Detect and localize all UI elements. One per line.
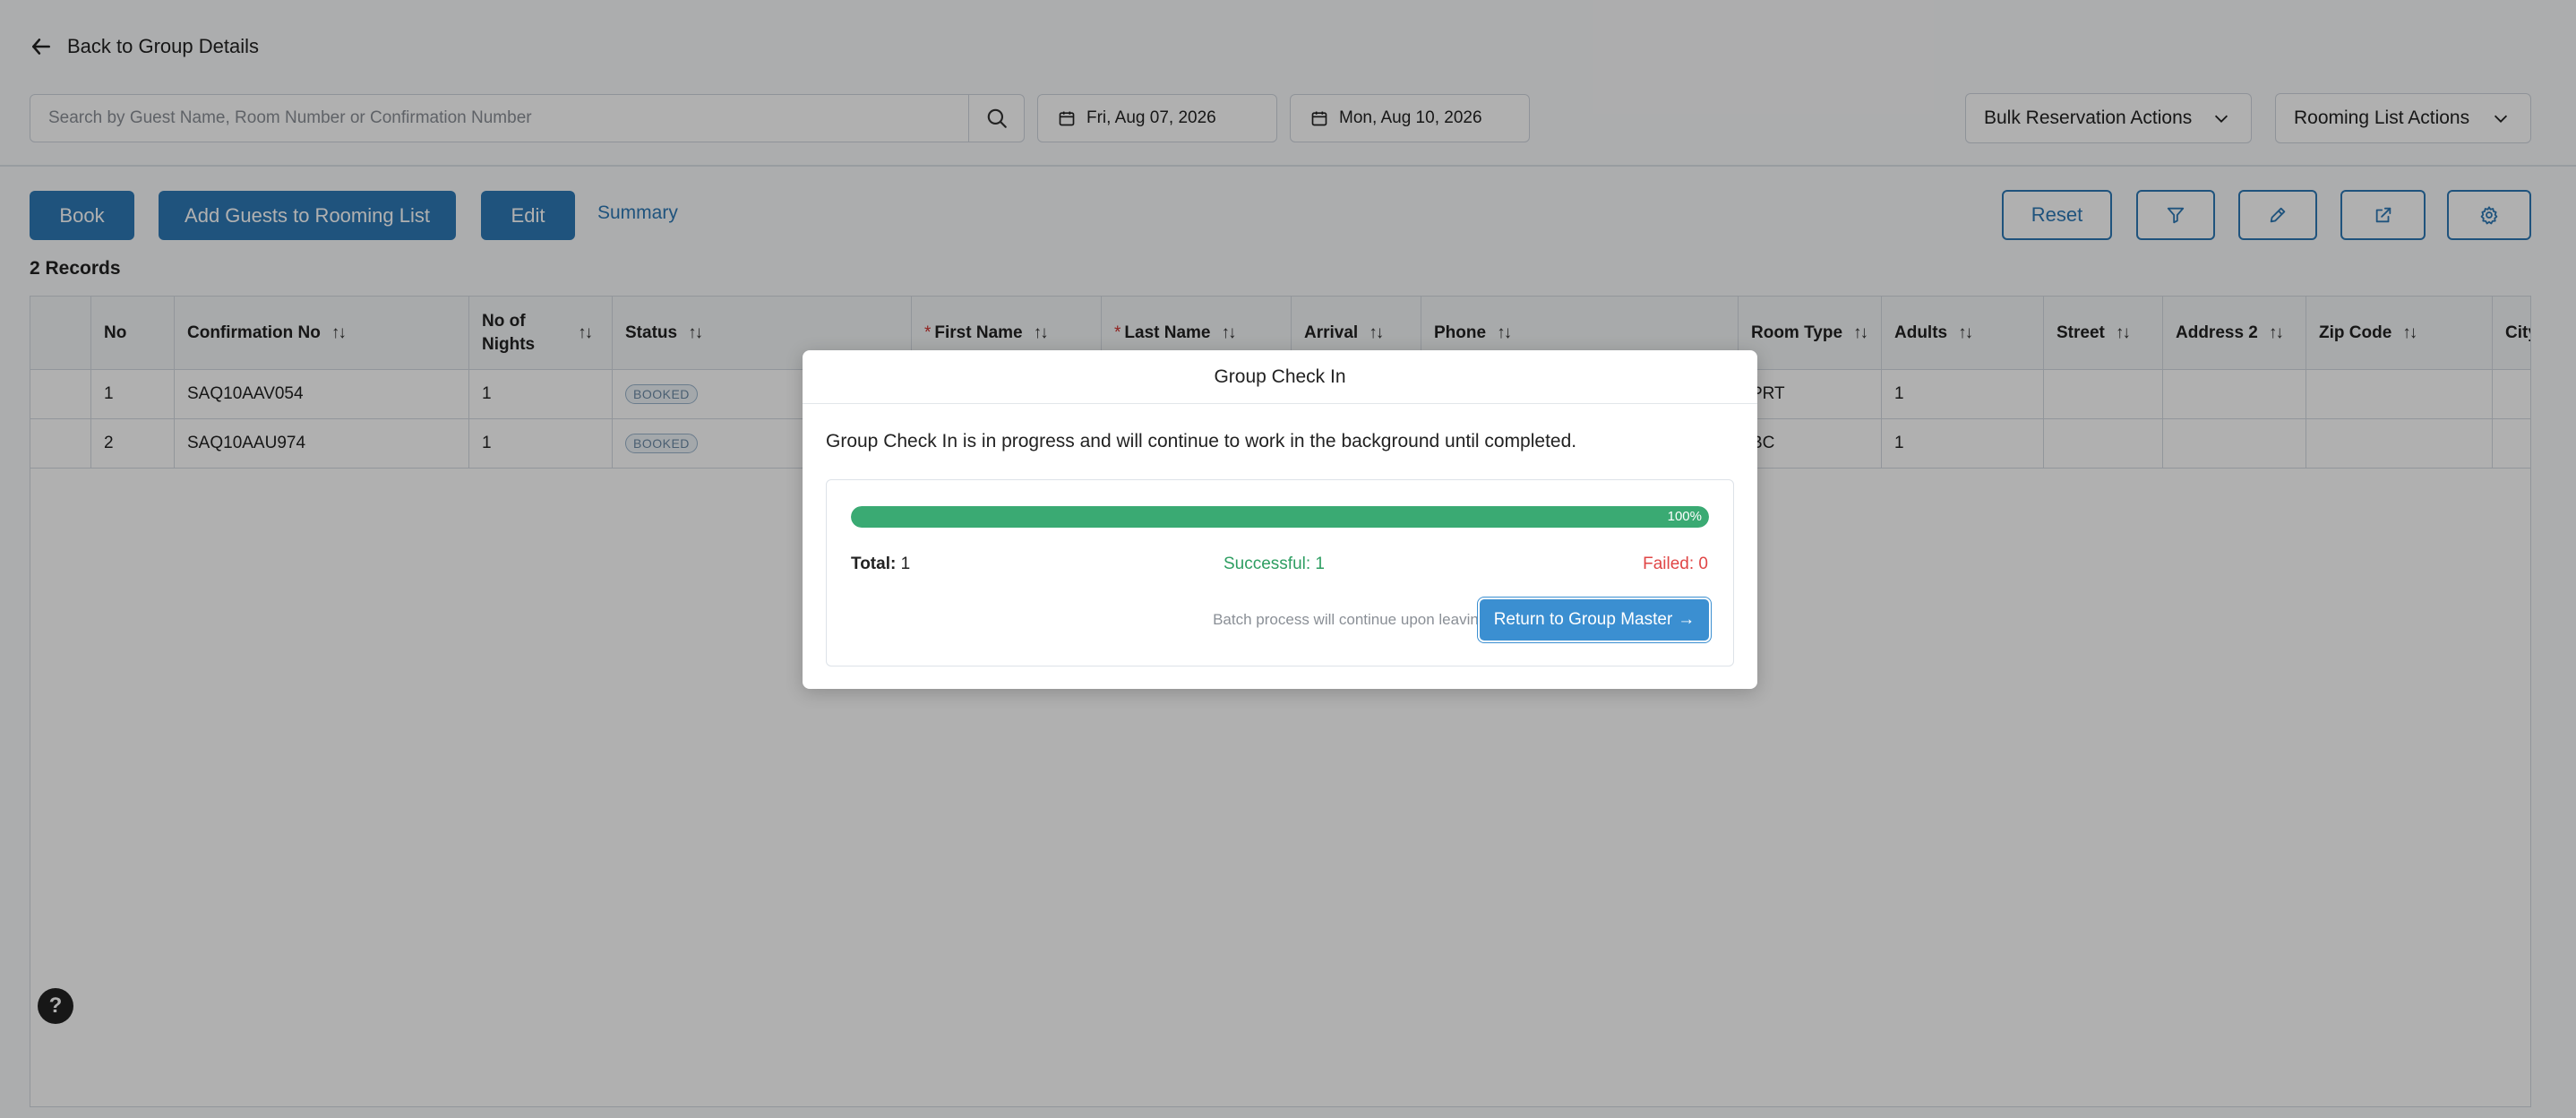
- modal-title: Group Check In: [803, 350, 1757, 404]
- batch-note: Batch process will continue upon leaving…: [1213, 611, 1491, 628]
- total-count: Total: 1: [851, 555, 910, 574]
- progress-bar: 100%: [851, 506, 1709, 528]
- progress-bar-fill: [851, 506, 1709, 528]
- return-button-label: Return to Group Master: [1493, 610, 1673, 629]
- arrow-right-icon: →: [1678, 610, 1696, 629]
- failed-count: Failed: 0: [1643, 555, 1708, 573]
- total-label: Total:: [851, 555, 897, 573]
- progress-card: 100% Total: 1 Successful: 1 Failed: 0 Ba…: [826, 479, 1734, 666]
- group-check-in-modal: Group Check In Group Check In is in prog…: [803, 350, 1757, 689]
- progress-percent-label: 100%: [1667, 509, 1702, 524]
- total-value: 1: [900, 555, 911, 573]
- return-to-group-master-button[interactable]: Return to Group Master →: [1480, 599, 1709, 641]
- successful-count: Successful: 1: [1224, 555, 1325, 573]
- modal-message: Group Check In is in progress and will c…: [826, 431, 1577, 452]
